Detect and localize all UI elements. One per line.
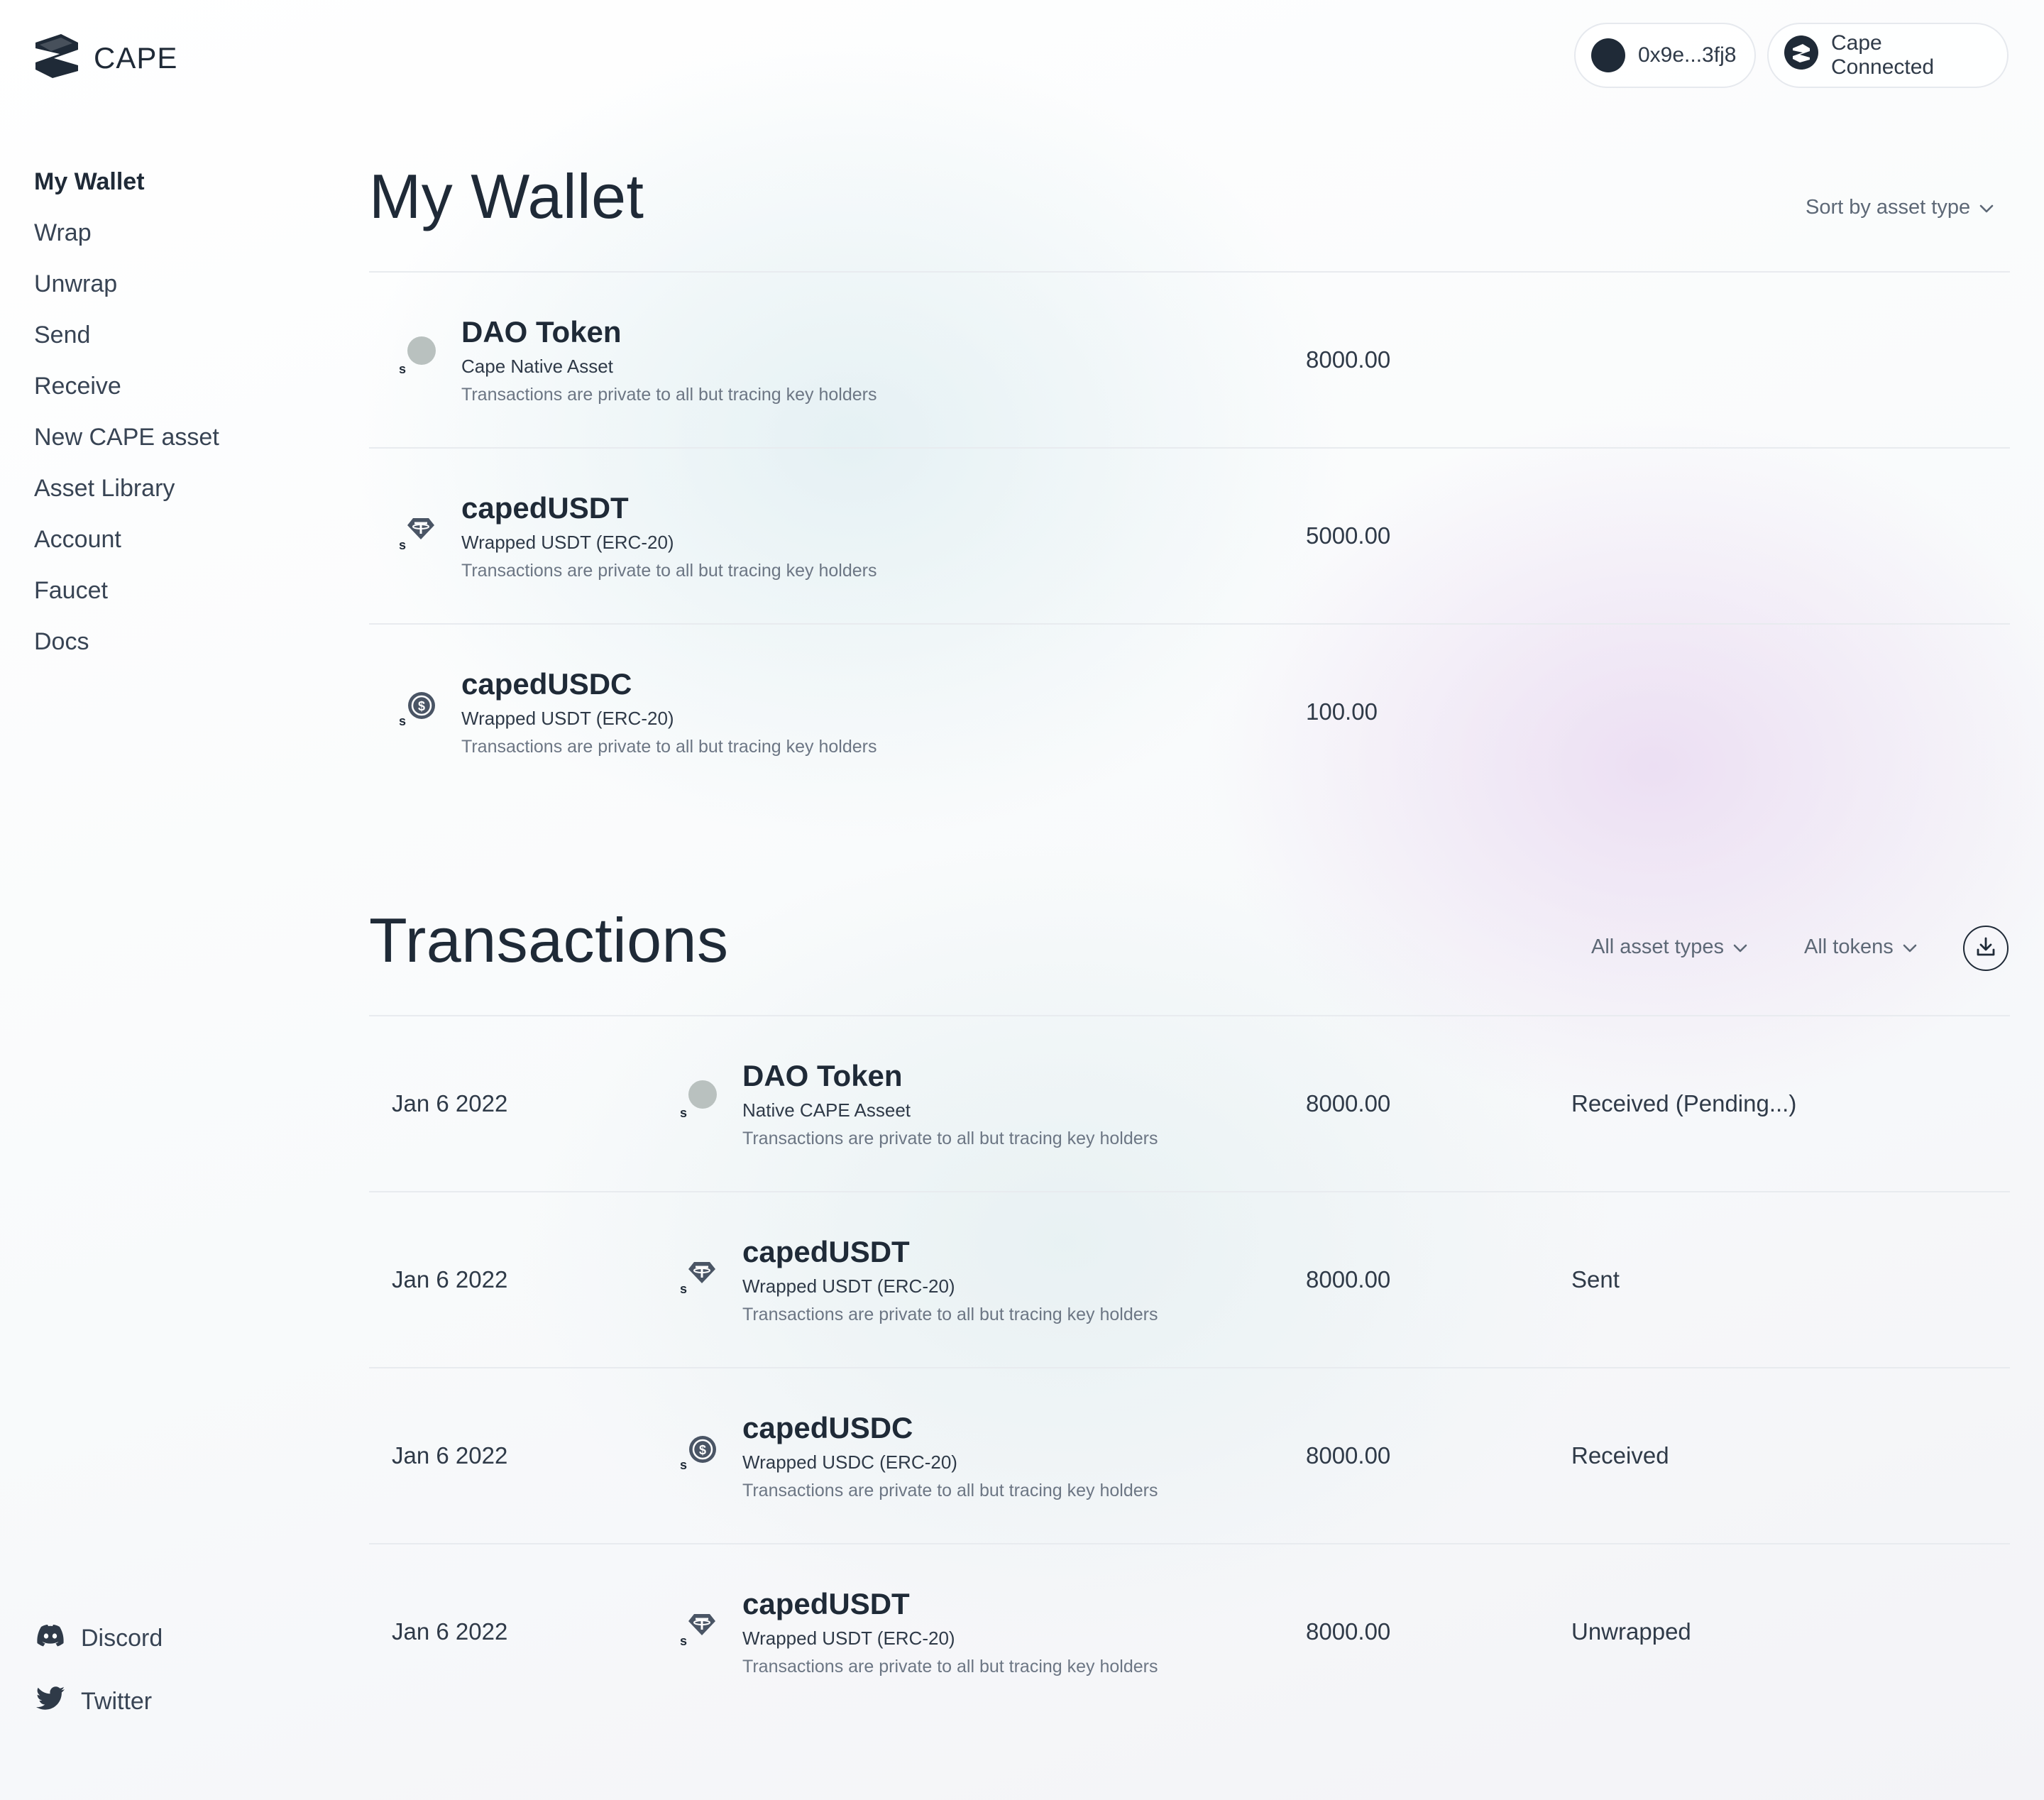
transaction-row[interactable]: Jan 6 2022 s DAO Token Native CAPE Assee… (369, 1016, 2010, 1192)
svg-text:s: s (399, 714, 406, 728)
asset-type: Wrapped USDC (ERC-20) (742, 1451, 957, 1473)
asset-type: Wrapped USDT (ERC-20) (742, 1275, 955, 1297)
sidebar-item-new-cape-asset[interactable]: New CAPE asset (34, 420, 219, 471)
asset-name: DAO Token (461, 315, 622, 349)
svg-text:s: s (680, 1634, 687, 1648)
transaction-row[interactable]: Jan 6 2022 s capedUSDT Wrapped USDT (ERC… (369, 1192, 2010, 1368)
transaction-date: Jan 6 2022 (392, 1266, 508, 1293)
transaction-status: Sent (1571, 1266, 1620, 1293)
asset-type: Wrapped USDT (ERC-20) (461, 532, 674, 553)
usdc-icon: $ s (678, 1429, 721, 1472)
cape-connected-icon (1784, 35, 1818, 75)
chevron-down-icon (1979, 196, 1994, 219)
dao-token-icon: s (397, 334, 440, 376)
asset-privacy-note: Transactions are private to all but trac… (461, 737, 877, 757)
wallet-address: 0x9e...3fj8 (1638, 43, 1737, 67)
asset-amount: 100.00 (1306, 698, 1378, 725)
tokens-filter-label: All tokens (1804, 935, 1894, 958)
transaction-date: Jan 6 2022 (392, 1442, 508, 1469)
asset-type: Wrapped USDT (ERC-20) (461, 708, 674, 729)
wallet-address-button[interactable]: 0x9e...3fj8 (1574, 23, 1756, 88)
twitter-label: Twitter (81, 1688, 153, 1715)
transaction-amount: 8000.00 (1306, 1442, 1391, 1469)
asset-name: capedUSDC (461, 667, 632, 701)
asset-name: capedUSDT (742, 1587, 910, 1620)
discord-label: Discord (81, 1625, 163, 1652)
usdt-icon: s (678, 1253, 721, 1296)
connection-label: Cape Connected (1831, 31, 1935, 79)
wallet-asset-row[interactable]: $ s capedUSDC Wrapped USDT (ERC-20) Tran… (369, 625, 2010, 801)
sidebar-item-send[interactable]: Send (34, 318, 219, 369)
download-button[interactable] (1963, 926, 2009, 971)
usdc-icon: $ s (397, 686, 440, 728)
transaction-status: Unwrapped (1571, 1618, 1691, 1645)
sort-dropdown[interactable]: Sort by asset type (1806, 196, 1994, 219)
wallet-asset-row[interactable]: s capedUSDT Wrapped USDT (ERC-20) Transa… (369, 449, 2010, 625)
asset-type: Cape Native Asset (461, 356, 613, 377)
transaction-amount: 8000.00 (1306, 1266, 1391, 1293)
asset-name: capedUSDT (461, 491, 629, 525)
twitter-icon (35, 1686, 65, 1717)
transactions-title: Transactions (369, 905, 729, 975)
download-icon (1974, 935, 1997, 962)
svg-text:$: $ (699, 1443, 706, 1457)
svg-text:s: s (680, 1106, 687, 1120)
usdt-icon: s (678, 1606, 721, 1648)
tokens-filter[interactable]: All tokens (1804, 935, 1918, 959)
asset-name: capedUSDC (742, 1411, 913, 1444)
asset-privacy-note: Transactions are private to all but trac… (742, 1657, 1158, 1676)
brand[interactable]: CAPE (33, 33, 177, 83)
asset-types-filter[interactable]: All asset types (1591, 935, 1748, 959)
sidebar-item-asset-library[interactable]: Asset Library (34, 471, 219, 522)
asset-type: Wrapped USDT (ERC-20) (742, 1628, 955, 1649)
chevron-down-icon (1732, 935, 1748, 959)
wallet-avatar-icon (1591, 38, 1625, 72)
discord-icon (35, 1624, 65, 1653)
dao-token-icon: s (678, 1077, 721, 1120)
transaction-amount: 8000.00 (1306, 1618, 1391, 1645)
wallet-asset-row[interactable]: s DAO Token Cape Native Asset Transactio… (369, 273, 2010, 449)
asset-name: DAO Token (742, 1059, 903, 1092)
usdt-icon: s (397, 510, 440, 552)
asset-privacy-note: Transactions are private to all but trac… (742, 1305, 1158, 1324)
svg-text:s: s (680, 1458, 687, 1472)
asset-amount: 5000.00 (1306, 522, 1391, 549)
sidebar-nav: My Wallet Wrap Unwrap Send Receive New C… (34, 165, 219, 676)
svg-text:s: s (680, 1282, 687, 1296)
sidebar-item-my-wallet[interactable]: My Wallet (34, 165, 219, 216)
svg-text:s: s (399, 362, 406, 376)
asset-type: Native CAPE Asseet (742, 1099, 911, 1121)
svg-text:$: $ (418, 699, 425, 713)
sidebar-item-wrap[interactable]: Wrap (34, 216, 219, 267)
discord-link[interactable]: Discord (35, 1624, 163, 1653)
cape-connection-button[interactable]: Cape Connected (1767, 23, 2009, 88)
cape-logo-icon (33, 33, 81, 83)
asset-types-filter-label: All asset types (1591, 935, 1724, 958)
sort-label: Sort by asset type (1806, 196, 1971, 219)
sidebar-item-account[interactable]: Account (34, 522, 219, 574)
asset-amount: 8000.00 (1306, 346, 1391, 373)
chevron-down-icon (1902, 935, 1918, 959)
sidebar-item-unwrap[interactable]: Unwrap (34, 267, 219, 318)
brand-name: CAPE (94, 40, 178, 75)
sidebar-item-receive[interactable]: Receive (34, 369, 219, 420)
asset-privacy-note: Transactions are private to all but trac… (742, 1481, 1158, 1500)
asset-privacy-note: Transactions are private to all but trac… (461, 561, 877, 581)
sidebar-item-faucet[interactable]: Faucet (34, 574, 219, 625)
asset-privacy-note: Transactions are private to all but trac… (461, 385, 877, 405)
sidebar-item-docs[interactable]: Docs (34, 625, 219, 676)
svg-text:s: s (399, 538, 406, 552)
transaction-row[interactable]: Jan 6 2022 s capedUSDT Wrapped USDT (ERC… (369, 1544, 2010, 1721)
wallet-title: My Wallet (369, 161, 644, 231)
asset-privacy-note: Transactions are private to all but trac… (742, 1129, 1158, 1148)
asset-name: capedUSDT (742, 1235, 910, 1268)
transaction-status: Received (Pending...) (1571, 1090, 1797, 1116)
transaction-row[interactable]: Jan 6 2022 $ s capedUSDC Wrapped USDC (E… (369, 1368, 2010, 1544)
transaction-date: Jan 6 2022 (392, 1090, 508, 1116)
transaction-status: Received (1571, 1442, 1669, 1469)
transaction-date: Jan 6 2022 (392, 1618, 508, 1645)
twitter-link[interactable]: Twitter (35, 1686, 152, 1717)
transaction-amount: 8000.00 (1306, 1090, 1391, 1116)
